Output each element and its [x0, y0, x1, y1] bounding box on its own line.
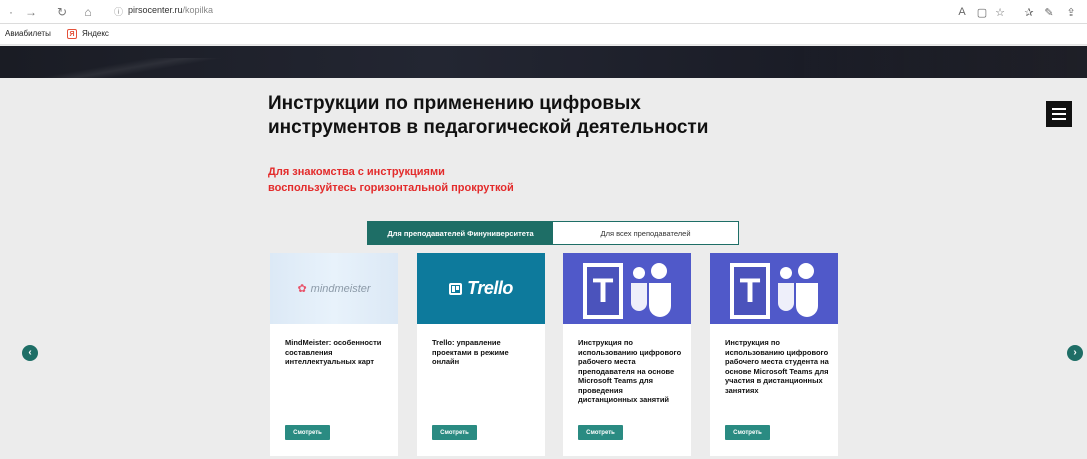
- tab-finuniversity-teachers[interactable]: Для преподавателей Финуниверситета: [368, 222, 553, 244]
- card-description: Инструкция по использованию цифрового ра…: [578, 338, 682, 404]
- bookmarks-bar: Авиабилеты Я Яндекс: [0, 24, 1087, 45]
- read-aloud-icon[interactable]: A: [953, 3, 971, 21]
- header-banner: [0, 46, 1087, 78]
- refresh-icon[interactable]: ↻: [53, 3, 71, 21]
- view-button[interactable]: Смотреть: [285, 425, 330, 440]
- teams-people-icon: [776, 263, 820, 319]
- trello-board-icon: [449, 282, 463, 295]
- instruction-card-teams-student: T Инструкция по использованию цифрового …: [710, 253, 838, 456]
- view-button[interactable]: Смотреть: [725, 425, 770, 440]
- card-description: Инструкция по использованию цифрового ра…: [725, 338, 829, 395]
- bookmark-aviabilety[interactable]: Авиабилеты: [5, 29, 51, 38]
- url-host: pirsocenter.ru: [128, 5, 183, 15]
- view-button[interactable]: Смотреть: [578, 425, 623, 440]
- address-bar[interactable]: pirsocenter.ru/kopilka: [128, 5, 213, 15]
- instruction-card-teams-teacher: T Инструкция по использованию цифрового …: [563, 253, 691, 456]
- audience-tabs: Для преподавателей Финуниверситета Для в…: [367, 221, 739, 245]
- back-arrow-icon[interactable]: ·: [2, 3, 20, 21]
- scroll-hint-line-2: воспользуйтесь горизонтальной прокруткой: [268, 182, 514, 194]
- trello-logo: Trello: [417, 253, 545, 324]
- carousel-prev-button[interactable]: ‹: [22, 345, 38, 361]
- teams-letter: T: [592, 271, 614, 310]
- pen-icon[interactable]: ✎: [1040, 3, 1058, 21]
- instruction-card-mindmeister: ✿ mindmeister MindMeister: особенности со…: [270, 253, 398, 456]
- card-description: MindMeister: особенности составления инт…: [285, 338, 382, 366]
- card-description: Trello: управление проектами в режиме он…: [432, 338, 509, 366]
- microsoft-teams-logo: T: [563, 253, 691, 324]
- chevron-right-icon: ›: [1073, 347, 1077, 358]
- bookmark-yandex[interactable]: Яндекс: [82, 29, 109, 38]
- reading-view-icon[interactable]: ▢: [973, 3, 991, 21]
- site-info-icon[interactable]: ⓘ: [114, 5, 123, 18]
- teams-letter: T: [739, 271, 761, 310]
- mindmeister-logo: ✿ mindmeister: [270, 253, 398, 324]
- page-title: Инструкции по применению цифровых инстру…: [268, 92, 788, 140]
- view-button[interactable]: Смотреть: [432, 425, 477, 440]
- microsoft-teams-logo: T: [710, 253, 838, 324]
- teams-people-icon: [629, 263, 673, 319]
- mindmeister-logo-text: mindmeister: [310, 282, 371, 295]
- scroll-hint: Для знакомства с инструкциями воспользуй…: [268, 164, 514, 196]
- scroll-hint-line-1: Для знакомства с инструкциями: [268, 166, 445, 178]
- favorite-star-icon[interactable]: ☆: [991, 3, 1009, 21]
- yandex-icon: Я: [67, 29, 77, 39]
- browser-toolbar: · → ↻ ⌂ ⓘ pirsocenter.ru/kopilka A ▢ ☆ ✰…: [0, 0, 1087, 24]
- carousel-next-button[interactable]: ›: [1067, 345, 1083, 361]
- trello-logo-text: Trello: [467, 278, 513, 298]
- instruction-card-trello: Trello Trello: управление проектами в ре…: [417, 253, 545, 456]
- url-path: /kopilka: [182, 5, 214, 15]
- home-icon[interactable]: ⌂: [79, 3, 97, 21]
- favorites-list-icon[interactable]: ✰: [1020, 3, 1038, 21]
- page-title-line-1: Инструкции по применению цифровых: [268, 93, 641, 114]
- share-icon[interactable]: ⇪: [1062, 3, 1080, 21]
- mindmeister-icon: ✿: [297, 283, 307, 295]
- tab-all-teachers[interactable]: Для всех преподавателей: [553, 222, 738, 244]
- forward-arrow-icon[interactable]: →: [22, 3, 40, 21]
- page-title-line-2: инструментов в педагогической деятельнос…: [268, 117, 709, 138]
- hamburger-menu-icon[interactable]: [1046, 101, 1072, 127]
- chevron-left-icon: ‹: [28, 347, 32, 358]
